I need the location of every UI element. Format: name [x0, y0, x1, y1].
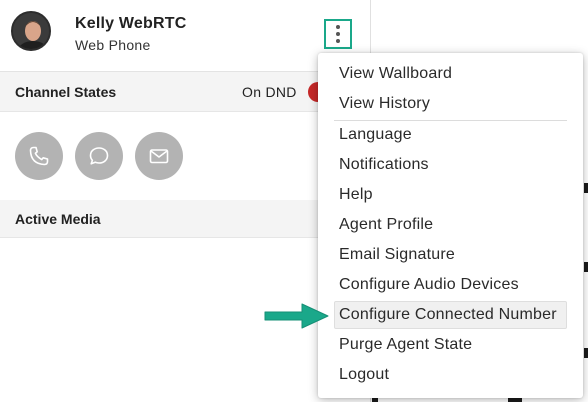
options-menu: View Wallboard View History Language Not… — [318, 53, 583, 398]
dnd-status: On DND — [242, 84, 297, 100]
menu-item-help[interactable]: Help — [334, 181, 567, 209]
agent-header: Kelly WebRTC Web Phone — [0, 0, 371, 72]
user-name: Kelly WebRTC — [75, 15, 187, 32]
email-icon — [149, 149, 169, 164]
background-fragment — [584, 348, 588, 358]
more-options-button[interactable] — [324, 19, 352, 49]
active-media-title: Active Media — [15, 211, 101, 227]
menu-item-logout[interactable]: Logout — [334, 361, 567, 389]
kebab-dot-icon — [336, 25, 340, 29]
kebab-dot-icon — [336, 39, 340, 43]
menu-item-view-history[interactable]: View History — [334, 90, 567, 118]
user-subtitle: Web Phone — [75, 37, 151, 53]
menu-item-configure-audio-devices[interactable]: Configure Audio Devices — [334, 271, 567, 299]
agent-panel: Kelly WebRTC Web Phone Channel States On… — [0, 0, 371, 402]
kebab-dot-icon — [336, 32, 340, 36]
phone-channel-button[interactable] — [15, 132, 63, 180]
menu-item-agent-profile[interactable]: Agent Profile — [334, 211, 567, 239]
channel-states-bar: Channel States On DND — [0, 72, 371, 112]
menu-item-email-signature[interactable]: Email Signature — [334, 241, 567, 269]
background-fragment — [584, 183, 588, 193]
active-media-bar: Active Media — [0, 200, 371, 238]
menu-item-notifications[interactable]: Notifications — [334, 151, 567, 179]
menu-item-configure-connected-number[interactable]: Configure Connected Number — [334, 301, 567, 329]
channel-states-title: Channel States — [15, 84, 117, 100]
background-fragment — [584, 262, 588, 272]
menu-item-view-wallboard[interactable]: View Wallboard — [334, 60, 567, 88]
menu-item-purge-agent-state[interactable]: Purge Agent State — [334, 331, 567, 359]
annotation-arrow-icon — [264, 303, 329, 329]
avatar — [11, 11, 51, 51]
phone-icon — [29, 146, 49, 166]
email-channel-button[interactable] — [135, 132, 183, 180]
chat-icon — [89, 147, 109, 165]
menu-item-language[interactable]: Language — [334, 121, 567, 149]
chat-channel-button[interactable] — [75, 132, 123, 180]
